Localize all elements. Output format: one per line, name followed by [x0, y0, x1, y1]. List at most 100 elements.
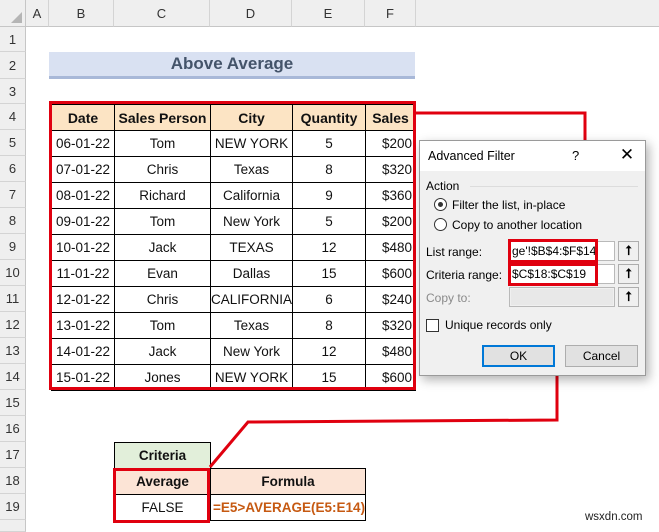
close-icon[interactable]: ✕ — [616, 145, 638, 165]
sales-cell[interactable]: $320 — [365, 312, 417, 339]
criteria-value-cell[interactable]: FALSE — [114, 494, 211, 521]
city-cell[interactable]: NEW YORK — [209, 130, 294, 157]
header-city[interactable]: City — [209, 104, 294, 131]
city-cell[interactable]: California — [209, 182, 294, 209]
select-all-corner[interactable] — [0, 0, 26, 27]
date-cell[interactable]: 11-01-22 — [51, 260, 115, 287]
city-cell[interactable]: Dallas — [209, 260, 294, 287]
row-header-6[interactable]: 6 — [0, 156, 26, 182]
ok-button[interactable]: OK — [482, 345, 555, 367]
quantity-cell[interactable]: 5 — [292, 208, 367, 235]
sales-person-cell[interactable]: Jones — [114, 364, 211, 391]
row-header-15[interactable]: 15 — [0, 390, 26, 416]
header-date[interactable]: Date — [51, 104, 115, 131]
copy-to-collapse-button[interactable]: ⭡ — [618, 287, 639, 307]
formula-header-cell[interactable]: Formula — [209, 468, 367, 495]
sales-cell[interactable]: $360 — [365, 182, 417, 209]
column-header-d[interactable]: D — [210, 0, 292, 27]
quantity-cell[interactable]: 15 — [292, 260, 367, 287]
list-range-input[interactable]: ge'!$B$4:$F$14 — [509, 241, 615, 261]
date-cell[interactable]: 08-01-22 — [51, 182, 115, 209]
date-cell[interactable]: 13-01-22 — [51, 312, 115, 339]
column-header-c[interactable]: C — [114, 0, 210, 27]
city-cell[interactable]: NEW YORK — [209, 364, 294, 391]
column-header-b[interactable]: B — [49, 0, 114, 27]
copy-to-location-radio[interactable] — [434, 218, 447, 231]
help-icon[interactable]: ? — [572, 148, 579, 163]
date-cell[interactable]: 10-01-22 — [51, 234, 115, 261]
quantity-cell[interactable]: 9 — [292, 182, 367, 209]
column-header-f[interactable]: F — [365, 0, 416, 27]
row-header-11[interactable]: 11 — [0, 286, 26, 312]
row-header-12[interactable]: 12 — [0, 312, 26, 338]
quantity-cell[interactable]: 12 — [292, 338, 367, 365]
criteria-range-input[interactable]: $C$18:$C$19 — [509, 264, 615, 284]
row-header-13[interactable]: 13 — [0, 338, 26, 364]
header-sales-person[interactable]: Sales Person — [114, 104, 211, 131]
date-cell[interactable]: 14-01-22 — [51, 338, 115, 365]
sales-person-cell[interactable]: Tom — [114, 208, 211, 235]
quantity-cell[interactable]: 15 — [292, 364, 367, 391]
row-header-2[interactable]: 2 — [0, 52, 26, 79]
city-cell[interactable]: Texas — [209, 312, 294, 339]
column-header-a[interactable]: A — [26, 0, 49, 27]
copy-to-input[interactable] — [509, 287, 615, 307]
sales-cell[interactable]: $200 — [365, 208, 417, 235]
header-quantity[interactable]: Quantity — [292, 104, 367, 131]
dialog-titlebar[interactable]: Advanced Filter ? ✕ — [420, 141, 645, 171]
city-cell[interactable]: TEXAS — [209, 234, 294, 261]
quantity-cell[interactable]: 8 — [292, 156, 367, 183]
date-cell[interactable]: 07-01-22 — [51, 156, 115, 183]
sales-cell[interactable]: $480 — [365, 338, 417, 365]
unique-records-label[interactable]: Unique records only — [445, 318, 552, 332]
sales-person-cell[interactable]: Tom — [114, 312, 211, 339]
sales-cell[interactable]: $600 — [365, 364, 417, 391]
row-header-8[interactable]: 8 — [0, 208, 26, 234]
row-header-14[interactable]: 14 — [0, 364, 26, 390]
list-range-collapse-button[interactable]: ⭡ — [618, 241, 639, 261]
row-header-9[interactable]: 9 — [0, 234, 26, 260]
sales-person-cell[interactable]: Jack — [114, 234, 211, 261]
city-cell[interactable]: CALIFORNIA — [209, 286, 294, 313]
quantity-cell[interactable]: 12 — [292, 234, 367, 261]
sales-person-cell[interactable]: Chris — [114, 156, 211, 183]
sales-person-cell[interactable]: Tom — [114, 130, 211, 157]
criteria-title-cell[interactable]: Criteria — [114, 442, 211, 469]
sales-cell[interactable]: $600 — [365, 260, 417, 287]
filter-in-place-radio[interactable] — [434, 198, 447, 211]
row-header-5[interactable]: 5 — [0, 130, 26, 156]
sales-cell[interactable]: $200 — [365, 130, 417, 157]
criteria-header-cell[interactable]: Average — [114, 468, 211, 495]
row-header-next[interactable] — [0, 520, 26, 532]
row-header-16[interactable]: 16 — [0, 416, 26, 442]
sales-person-cell[interactable]: Jack — [114, 338, 211, 365]
sales-person-cell[interactable]: Chris — [114, 286, 211, 313]
sales-cell[interactable]: $240 — [365, 286, 417, 313]
header-sales[interactable]: Sales — [365, 104, 417, 131]
cancel-button[interactable]: Cancel — [565, 345, 638, 367]
filter-in-place-label[interactable]: Filter the list, in-place — [452, 198, 565, 212]
date-cell[interactable]: 12-01-22 — [51, 286, 115, 313]
unique-records-checkbox[interactable] — [426, 319, 439, 332]
date-cell[interactable]: 15-01-22 — [51, 364, 115, 391]
city-cell[interactable]: Texas — [209, 156, 294, 183]
criteria-range-collapse-button[interactable]: ⭡ — [618, 264, 639, 284]
sales-cell[interactable]: $320 — [365, 156, 417, 183]
row-header-4[interactable]: 4 — [0, 104, 26, 130]
date-cell[interactable]: 06-01-22 — [51, 130, 115, 157]
row-header-10[interactable]: 10 — [0, 260, 26, 286]
date-cell[interactable]: 09-01-22 — [51, 208, 115, 235]
quantity-cell[interactable]: 8 — [292, 312, 367, 339]
city-cell[interactable]: New York — [209, 338, 294, 365]
sales-person-cell[interactable]: Richard — [114, 182, 211, 209]
row-header-17[interactable]: 17 — [0, 442, 26, 468]
sales-cell[interactable]: $480 — [365, 234, 417, 261]
quantity-cell[interactable]: 5 — [292, 130, 367, 157]
row-header-1[interactable]: 1 — [0, 27, 26, 52]
row-header-19[interactable]: 19 — [0, 494, 26, 520]
sales-person-cell[interactable]: Evan — [114, 260, 211, 287]
row-header-18[interactable]: 18 — [0, 468, 26, 494]
copy-to-location-label[interactable]: Copy to another location — [452, 218, 582, 232]
quantity-cell[interactable]: 6 — [292, 286, 367, 313]
row-header-3[interactable]: 3 — [0, 79, 26, 104]
